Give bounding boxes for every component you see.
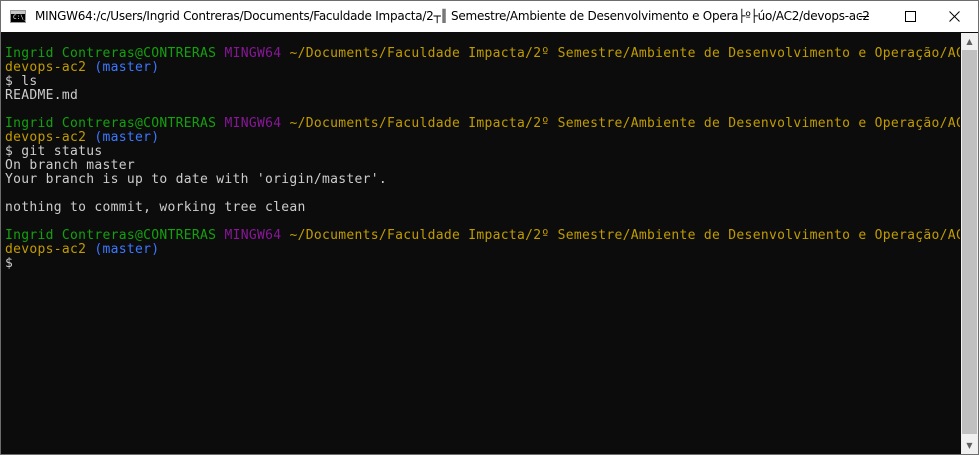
vertical-scrollbar[interactable]: ▲ ▼ (961, 33, 978, 454)
prompt-line-wrap: devops-ac2 (master) (5, 131, 960, 145)
command-text: $ (5, 256, 14, 271)
prompt-path-wrap: devops-ac2 (5, 60, 87, 75)
minimize-button[interactable] (841, 1, 887, 32)
prompt-path-wrap: devops-ac2 (5, 242, 87, 257)
output-line: nothing to commit, working tree clean (5, 201, 960, 215)
command-text: $ git status (5, 144, 103, 159)
prompt-branch: (master) (94, 60, 160, 75)
window-title: MINGW64:/c/Users/Ingrid Contreras/Docume… (35, 9, 870, 23)
output-line: On branch master (5, 159, 960, 173)
scroll-up-arrow-icon[interactable]: ▲ (961, 33, 978, 50)
terminal-content: Ingrid Contreras@CONTRERAS MINGW64 ~/Doc… (5, 47, 960, 271)
terminal-output[interactable]: Ingrid Contreras@CONTRERAS MINGW64 ~/Doc… (2, 33, 960, 454)
scroll-down-arrow-icon[interactable]: ▼ (961, 437, 978, 454)
prompt-user: Ingrid Contreras@CONTRERAS (5, 228, 217, 243)
prompt-line: Ingrid Contreras@CONTRERAS MINGW64 ~/Doc… (5, 47, 960, 61)
output-line: Your branch is up to date with 'origin/m… (5, 173, 960, 187)
prompt-user: Ingrid Contreras@CONTRERAS (5, 116, 217, 131)
output-line: README.md (5, 89, 960, 103)
output-text: On branch master (5, 158, 136, 173)
output-text: nothing to commit, working tree clean (5, 200, 306, 215)
minimize-icon (859, 16, 869, 17)
prompt-line-wrap: devops-ac2 (master) (5, 61, 960, 75)
prompt-path: ~/Documents/Faculdade Impacta/2º Semestr… (289, 228, 960, 243)
prompt-system: MINGW64 (224, 228, 282, 243)
console-app-icon[interactable]: C:\_ (10, 10, 28, 23)
maximize-button[interactable] (887, 1, 933, 32)
command-text: $ ls (5, 74, 38, 89)
prompt-line: Ingrid Contreras@CONTRERAS MINGW64 ~/Doc… (5, 229, 960, 243)
prompt-line: Ingrid Contreras@CONTRERAS MINGW64 ~/Doc… (5, 117, 960, 131)
command-line: $ (5, 257, 960, 271)
output-text: Your branch is up to date with 'origin/m… (5, 172, 387, 187)
prompt-user: Ingrid Contreras@CONTRERAS (5, 46, 217, 61)
prompt-branch: (master) (94, 130, 160, 145)
maximize-icon (905, 11, 916, 22)
prompt-branch: (master) (94, 242, 160, 257)
command-line: $ ls (5, 75, 960, 89)
terminal-window: C:\_ MINGW64:/c/Users/Ingrid Contreras/D… (0, 0, 979, 455)
prompt-line-wrap: devops-ac2 (master) (5, 243, 960, 257)
console-glyph: C:\_ (13, 14, 28, 21)
prompt-system: MINGW64 (224, 116, 282, 131)
close-button[interactable] (932, 1, 978, 32)
prompt-system: MINGW64 (224, 46, 282, 61)
title-bar[interactable]: C:\_ MINGW64:/c/Users/Ingrid Contreras/D… (1, 1, 978, 32)
prompt-path-wrap: devops-ac2 (5, 130, 87, 145)
prompt-path: ~/Documents/Faculdade Impacta/2º Semestr… (289, 116, 960, 131)
scroll-thumb[interactable] (962, 50, 977, 434)
prompt-path: ~/Documents/Faculdade Impacta/2º Semestr… (289, 46, 960, 61)
command-line: $ git status (5, 145, 960, 159)
close-icon (949, 11, 960, 22)
output-text: README.md (5, 88, 79, 103)
